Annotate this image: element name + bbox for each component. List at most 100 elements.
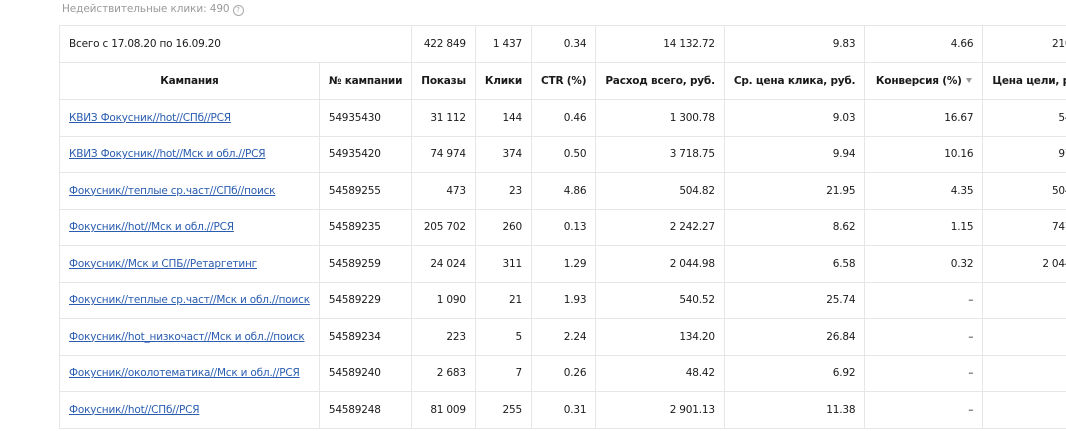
spend-cell: 504.82 [595, 172, 725, 210]
campaign-stats-table: Всего с 17.08.20 по 16.09.20 422 849 1 4… [58, 25, 1066, 429]
campaign-name-cell: Фокусник//hot//СПб//РСЯ [59, 391, 320, 429]
goal-cost-cell: – [982, 318, 1066, 356]
campaign-name-cell: Фокусник//hot_низкочаст//Мск и обл.//пои… [59, 318, 320, 356]
ctr-cell: 4.86 [530, 172, 597, 210]
goal-cost-cell: 2 044.98 [982, 245, 1066, 283]
campaign-name-link[interactable]: КВИЗ Фокусник//hot//Мск и обл.//РСЯ [69, 148, 266, 160]
column-header-campaign-id[interactable]: № кампании [318, 62, 413, 100]
sort-descending-icon[interactable] [965, 78, 972, 83]
avg-cpc-cell: 26.84 [723, 318, 866, 356]
conversion-cell: – [864, 391, 984, 429]
column-header-avg-cpc[interactable]: Ср. цена клика, руб. [723, 62, 866, 100]
ctr-cell: 0.13 [530, 208, 597, 246]
campaign-id-cell: 54589248 [318, 391, 413, 429]
totals-spend: 14 132.72 [595, 25, 725, 63]
totals-conversion: 4.66 [864, 25, 984, 63]
goal-cost-cell: – [982, 391, 1066, 429]
totals-goal-cost: 210.94 [982, 25, 1066, 63]
goal-cost-cell: 97.86 [982, 135, 1066, 173]
stats-table-wrapper: Всего с 17.08.20 по 16.09.20 422 849 1 4… [58, 25, 1066, 429]
avg-cpc-cell: 6.92 [723, 354, 866, 392]
clicks-cell: 374 [474, 135, 532, 173]
totals-avg-cpc: 9.83 [723, 25, 866, 63]
table-row: Фокусник//hot//Мск и обл.//РСЯ 54589235 20… [59, 208, 1066, 246]
avg-cpc-cell: 21.95 [723, 172, 866, 210]
goal-cost-cell: – [982, 354, 1066, 392]
table-header-row: Кампания № кампании Показы Клики CTR (%)… [59, 62, 1066, 100]
impressions-cell: 24 024 [411, 245, 476, 283]
clicks-cell: 255 [474, 391, 532, 429]
campaign-name-link[interactable]: Фокусник//теплые ср.част//Мск и обл.//по… [69, 294, 310, 306]
campaign-name-cell: КВИЗ Фокусник//hot//Мск и обл.//РСЯ [59, 135, 320, 173]
table-row: Фокусник//hot//СПб//РСЯ 54589248 81 009 255… [59, 391, 1066, 429]
campaign-id-cell: 54589229 [318, 281, 413, 319]
campaign-name-link[interactable]: Фокусник//hot_низкочаст//Мск и обл.//пои… [69, 331, 305, 343]
campaign-id-cell: 54935420 [318, 135, 413, 173]
campaign-name-link[interactable]: Фокусник//теплые ср.част//СПб//поиск [69, 185, 276, 197]
conversion-cell: 0.32 [864, 245, 984, 283]
campaign-id-cell: 54589240 [318, 354, 413, 392]
campaign-name-cell: Фокусник//теплые ср.част//Мск и обл.//по… [59, 281, 320, 319]
ctr-cell: 2.24 [530, 318, 597, 356]
column-header-spend[interactable]: Расход всего, руб. [595, 62, 725, 100]
avg-cpc-cell: 8.62 [723, 208, 866, 246]
impressions-cell: 74 974 [411, 135, 476, 173]
avg-cpc-cell: 9.03 [723, 99, 866, 137]
spend-cell: 2 901.13 [595, 391, 725, 429]
impressions-cell: 81 009 [411, 391, 476, 429]
column-header-clicks[interactable]: Клики [474, 62, 532, 100]
goal-cost-cell: 747.42 [982, 208, 1066, 246]
spend-cell: 540.52 [595, 281, 725, 319]
column-header-campaign[interactable]: Кампания [59, 62, 320, 100]
campaign-name-link[interactable]: Фокусник//hot//СПб//РСЯ [69, 404, 200, 416]
column-header-ctr[interactable]: CTR (%) [530, 62, 597, 100]
spend-cell: 2 044.98 [595, 245, 725, 283]
conversion-cell: 16.67 [864, 99, 984, 137]
totals-period: Всего с 17.08.20 по 16.09.20 [58, 25, 413, 63]
clicks-cell: 260 [474, 208, 532, 246]
table-row: Фокусник//теплые ср.част//Мск и обл.//по… [59, 281, 1066, 319]
column-header-conversion[interactable]: Конверсия (%) [864, 62, 984, 100]
clicks-cell: 21 [474, 281, 532, 319]
campaign-id-cell: 54589235 [318, 208, 413, 246]
clicks-cell: 23 [474, 172, 532, 210]
campaign-name-link[interactable]: Фокусник//околотематика//Мск и обл.//РСЯ [69, 367, 300, 379]
totals-impressions: 422 849 [411, 25, 476, 63]
table-row: КВИЗ Фокусник//hot//Мск и обл.//РСЯ 54935… [59, 135, 1066, 173]
campaign-name-link[interactable]: Фокусник//hot//Мск и обл.//РСЯ [69, 221, 234, 233]
column-header-goal-cost[interactable]: Цена цели, руб. [982, 62, 1066, 100]
question-circle-icon[interactable]: ? [232, 5, 244, 16]
campaign-name-link[interactable]: КВИЗ Фокусник//hot//СПб//РСЯ [69, 112, 231, 124]
spend-cell: 2 242.27 [595, 208, 725, 246]
campaign-stats-page: Недействительные клики: 490? Всего с 17.… [0, 0, 1066, 431]
table-row: Фокусник//околотематика//Мск и обл.//РСЯ… [59, 354, 1066, 392]
spend-cell: 3 718.75 [595, 135, 725, 173]
conversion-cell: – [864, 318, 984, 356]
avg-cpc-cell: 11.38 [723, 391, 866, 429]
impressions-cell: 223 [411, 318, 476, 356]
table-row: КВИЗ Фокусник//hot//СПб//РСЯ 54935430 31 1… [59, 99, 1066, 137]
impressions-cell: 473 [411, 172, 476, 210]
avg-cpc-cell: 9.94 [723, 135, 866, 173]
impressions-cell: 2 683 [411, 354, 476, 392]
column-header-conversion-label: Конверсия (%) [875, 75, 962, 87]
table-row: Фокусник//теплые ср.част//СПб//поиск 5458… [59, 172, 1066, 210]
clicks-cell: 5 [474, 318, 532, 356]
campaign-id-cell: 54935430 [318, 99, 413, 137]
spend-cell: 134.20 [595, 318, 725, 356]
totals-ctr: 0.34 [530, 25, 597, 63]
conversion-cell: – [864, 281, 984, 319]
conversion-cell: 1.15 [864, 208, 984, 246]
table-row: Фокусник//hot_низкочаст//Мск и обл.//пои… [59, 318, 1066, 356]
table-row: Фокусник//Мск и СПБ//Ретаргетинг 54589259… [59, 245, 1066, 283]
invalid-clicks-label: Недействительные клики: 490 [62, 3, 230, 15]
ctr-cell: 0.31 [530, 391, 597, 429]
column-header-impressions[interactable]: Показы [411, 62, 476, 100]
campaign-name-cell: Фокусник//теплые ср.част//СПб//поиск [59, 172, 320, 210]
campaign-id-cell: 54589234 [318, 318, 413, 356]
impressions-cell: 1 090 [411, 281, 476, 319]
avg-cpc-cell: 25.74 [723, 281, 866, 319]
campaign-name-link[interactable]: Фокусник//Мск и СПБ//Ретаргетинг [69, 258, 257, 270]
avg-cpc-cell: 6.58 [723, 245, 866, 283]
ctr-cell: 1.29 [530, 245, 597, 283]
